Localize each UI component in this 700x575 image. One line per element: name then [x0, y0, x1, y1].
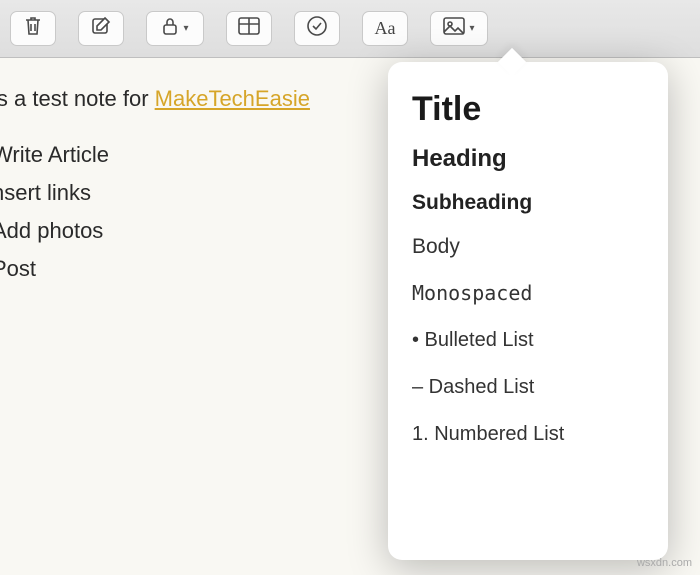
- lock-icon: [161, 16, 179, 41]
- checklist-button[interactable]: [294, 11, 340, 46]
- photo-icon: [443, 17, 465, 40]
- format-button[interactable]: Aa: [362, 11, 408, 46]
- style-body[interactable]: Body: [412, 235, 644, 259]
- style-monospaced[interactable]: Monospaced: [412, 281, 644, 305]
- lock-button[interactable]: ▾: [146, 11, 204, 46]
- style-heading[interactable]: Heading: [412, 145, 644, 173]
- style-dashed-list[interactable]: – Dashed List: [412, 376, 644, 399]
- media-button[interactable]: ▾: [430, 11, 488, 46]
- table-icon: [238, 17, 260, 40]
- chevron-down-icon: ▾: [469, 23, 474, 34]
- note-text: is a test note for: [0, 86, 155, 111]
- check-circle-icon: [306, 15, 328, 42]
- note-link[interactable]: MakeTechEasie: [155, 86, 310, 111]
- format-icon: Aa: [375, 18, 396, 39]
- toolbar: ▾ Aa ▾: [0, 0, 700, 58]
- format-popover: Title Heading Subheading Body Monospaced…: [388, 62, 668, 560]
- trash-icon: [23, 15, 43, 42]
- style-numbered-list[interactable]: 1. Numbered List: [412, 423, 644, 446]
- delete-button[interactable]: [10, 11, 56, 46]
- compose-button[interactable]: [78, 11, 124, 46]
- style-title[interactable]: Title: [412, 90, 644, 129]
- chevron-down-icon: ▾: [183, 23, 188, 34]
- style-subheading[interactable]: Subheading: [412, 191, 644, 215]
- watermark: wsxdn.com: [637, 557, 692, 569]
- style-bulleted-list[interactable]: • Bulleted List: [412, 329, 644, 352]
- compose-icon: [91, 16, 111, 41]
- table-button[interactable]: [226, 11, 272, 46]
